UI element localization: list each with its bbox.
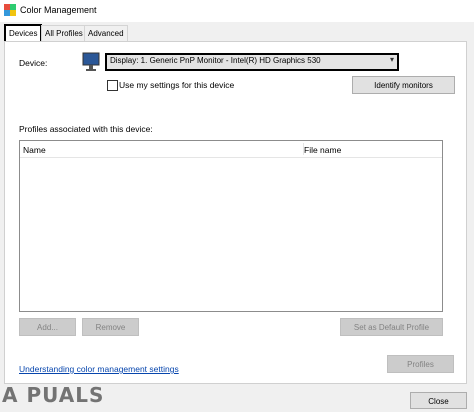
use-my-settings-checkbox[interactable]	[107, 80, 118, 91]
column-header-name[interactable]: Name	[23, 145, 46, 155]
device-dropdown[interactable]: Display: 1. Generic PnP Monitor - Intel(…	[105, 53, 399, 71]
chevron-down-icon: ▾	[389, 55, 394, 64]
button-label: Profiles	[407, 360, 434, 369]
remove-button[interactable]: Remove	[82, 318, 139, 336]
identify-monitors-button[interactable]: Identify monitors	[352, 76, 455, 94]
profiles-button[interactable]: Profiles	[387, 355, 454, 373]
set-as-default-profile-button[interactable]: Set as Default Profile	[340, 318, 443, 336]
appuals-watermark: A PUALS	[2, 383, 105, 407]
use-my-settings-label: Use my settings for this device	[119, 80, 235, 90]
column-header-file-name[interactable]: File name	[304, 145, 341, 155]
color-management-icon	[4, 4, 16, 16]
profiles-section-label: Profiles associated with this device:	[19, 124, 153, 134]
monitor-icon	[82, 52, 100, 71]
device-label: Device:	[19, 58, 48, 68]
title-bar: Color Management	[0, 0, 474, 22]
tab-label: Advanced	[88, 29, 124, 38]
window-title: Color Management	[20, 5, 97, 15]
tab-label: All Profiles	[45, 29, 83, 38]
tab-advanced[interactable]: Advanced	[84, 25, 128, 41]
add-button[interactable]: Add...	[19, 318, 76, 336]
profiles-list[interactable]: Name File name	[19, 140, 443, 312]
button-label: Add...	[37, 323, 58, 332]
tab-all-profiles[interactable]: All Profiles	[41, 25, 87, 41]
button-label: Remove	[95, 323, 126, 332]
button-label: Set as Default Profile	[353, 323, 430, 332]
button-label: Identify monitors	[374, 81, 433, 90]
device-dropdown-value: Display: 1. Generic PnP Monitor - Intel(…	[110, 56, 321, 65]
list-header: Name File name	[20, 141, 442, 158]
tab-label: Devices	[9, 29, 38, 38]
button-label: Close	[428, 397, 449, 406]
close-button[interactable]: Close	[410, 392, 467, 409]
understanding-color-management-link[interactable]: Understanding color management settings	[19, 364, 179, 374]
